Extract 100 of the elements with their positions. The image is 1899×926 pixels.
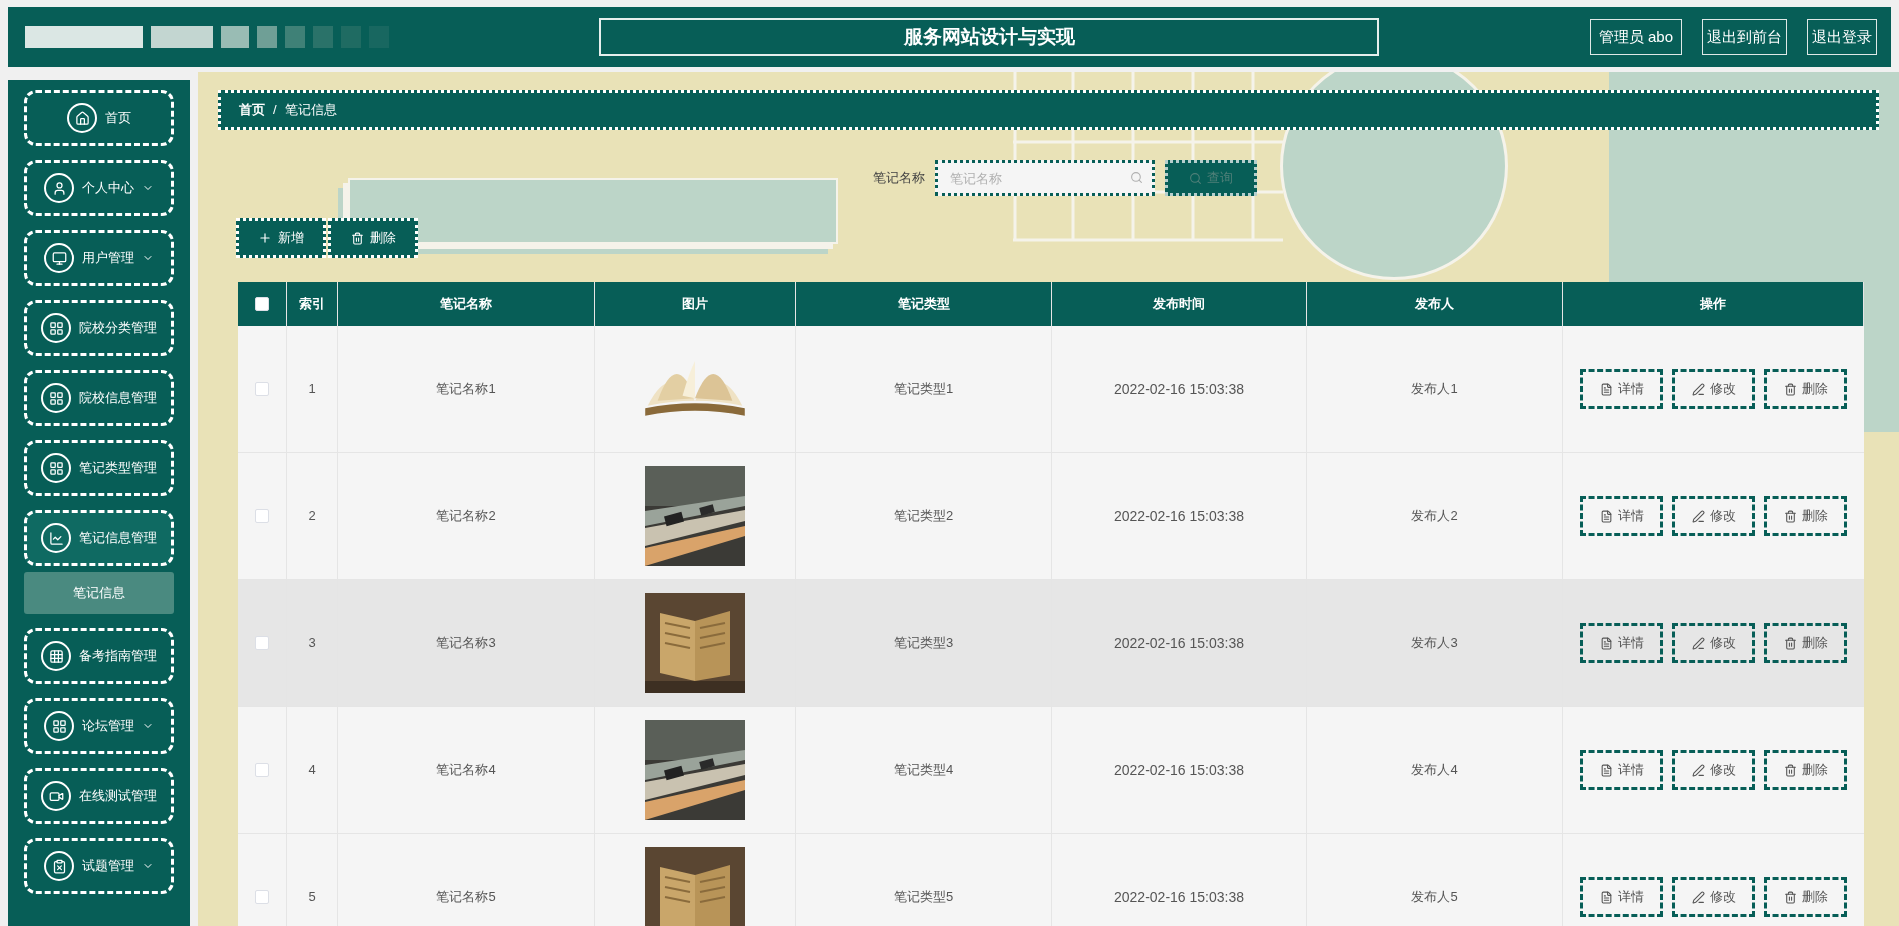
sidebar-item[interactable]: 论坛管理 <box>24 698 174 754</box>
chart-icon <box>48 530 64 546</box>
delete-button[interactable]: 删除 <box>1764 369 1847 409</box>
trash-icon <box>350 231 364 245</box>
sidebar-item[interactable]: 试题管理 <box>24 838 174 894</box>
table-row[interactable]: 1 笔记名称1 笔记类型1 2022-02-16 15:03:38 发布人1 详情 修改 删除 <box>238 326 1864 453</box>
document-icon <box>1599 890 1613 904</box>
delete-button[interactable]: 删除 <box>1764 623 1847 663</box>
sidebar-item[interactable]: 笔记类型管理 <box>24 440 174 496</box>
table-cell-text: 发布人4 <box>1411 761 1458 780</box>
checkbox[interactable] <box>255 509 269 523</box>
trash-icon <box>1783 763 1797 777</box>
table-cell-text: 笔记类型5 <box>893 888 954 907</box>
logo-block <box>257 26 277 48</box>
document-icon <box>1599 509 1613 523</box>
user-icon <box>51 180 67 196</box>
table-cell-text: 发布人3 <box>1411 634 1458 653</box>
pencil-icon <box>1691 509 1705 523</box>
pencil-icon <box>1691 763 1705 777</box>
table-row[interactable]: 3 笔记名称3 笔记类型3 2022-02-16 15:03:38 发布人3 详情 修改 删除 <box>238 580 1864 707</box>
clipboard-icon <box>51 858 67 874</box>
table-row[interactable]: 4 笔记名称4 笔记类型4 2022-02-16 15:03:38 发布人4 详情 修改 删除 <box>238 707 1864 834</box>
logo-block <box>285 26 305 48</box>
user-label: 管理员 abo <box>1589 18 1682 56</box>
checkbox[interactable] <box>255 382 269 396</box>
table-cell-text: 2022-02-16 15:03:38 <box>1114 379 1244 399</box>
checkbox[interactable] <box>255 890 269 904</box>
sidebar-subitem[interactable]: 笔记信息 <box>24 572 174 614</box>
pencil-icon <box>1691 382 1705 396</box>
trash-icon <box>1783 382 1797 396</box>
edit-button[interactable]: 修改 <box>1672 369 1755 409</box>
search-icon <box>1130 171 1143 184</box>
delete-button[interactable]: 删除 <box>1764 877 1847 917</box>
delete-button[interactable]: 删除 <box>328 218 418 258</box>
grid-icon <box>48 390 64 406</box>
sidebar-item[interactable]: 院校分类管理 <box>24 300 174 356</box>
detail-button[interactable]: 详情 <box>1580 877 1663 917</box>
checkbox[interactable] <box>255 297 269 311</box>
table-cell-text: 发布人1 <box>1411 380 1458 399</box>
table-cell-text: 2 <box>308 507 316 526</box>
logout-link[interactable]: 退出登录 <box>1807 18 1877 56</box>
logout-link[interactable]: 退出到前台 <box>1702 18 1787 56</box>
checkbox[interactable] <box>255 763 269 777</box>
trash-icon <box>1783 890 1797 904</box>
trash-icon <box>1783 636 1797 650</box>
table-cell-text: 3 <box>308 634 316 653</box>
table-cell-text: 2022-02-16 15:03:38 <box>1114 633 1244 653</box>
logo-block <box>341 26 361 48</box>
table-cell-text: 笔记类型2 <box>893 507 954 526</box>
table-cell-text: 笔记类型4 <box>893 761 954 780</box>
document-icon <box>1599 763 1613 777</box>
checkbox[interactable] <box>255 636 269 650</box>
grid-icon <box>48 460 64 476</box>
breadcrumb-link[interactable]: 首页 <box>239 100 265 120</box>
table-cell-text: 1 <box>308 380 316 399</box>
sidebar-item[interactable]: 院校信息管理 <box>24 370 174 426</box>
detail-button[interactable]: 详情 <box>1580 750 1663 790</box>
detail-button[interactable]: 详情 <box>1580 496 1663 536</box>
table-cell-text: 5 <box>308 888 316 907</box>
sidebar-item[interactable]: 用户管理 <box>24 230 174 286</box>
sidebar-item[interactable]: 笔记信息管理 <box>24 510 174 566</box>
table-cell-text: 笔记名称2 <box>436 507 496 526</box>
pencil-icon <box>1691 890 1705 904</box>
edit-button[interactable]: 修改 <box>1672 496 1755 536</box>
logo-block <box>313 26 333 48</box>
table-cell-text: 笔记名称3 <box>436 634 496 653</box>
logo-block <box>221 26 249 48</box>
add-button[interactable]: 新增 <box>236 218 326 258</box>
table-cell-text: 4 <box>308 761 316 780</box>
monitor-icon <box>51 250 67 266</box>
detail-button[interactable]: 详情 <box>1580 369 1663 409</box>
sidebar-item[interactable]: 在线测试管理 <box>24 768 174 824</box>
table-cell-text: 笔记名称1 <box>436 380 496 399</box>
search-icon <box>1189 171 1202 185</box>
search-label: 笔记名称 <box>873 169 925 188</box>
window-title: 服务网站设计与实现 <box>903 24 1075 49</box>
delete-button[interactable]: 删除 <box>1764 496 1847 536</box>
grid-icon <box>51 718 67 734</box>
edit-button[interactable]: 修改 <box>1672 877 1755 917</box>
table-cell-text: 发布人5 <box>1411 888 1458 907</box>
sidebar-item[interactable]: 个人中心 <box>24 160 174 216</box>
sidebar-item[interactable]: 首页 <box>24 90 174 146</box>
breadcrumb-link[interactable]: 笔记信息 <box>284 100 337 120</box>
document-icon <box>1599 636 1613 650</box>
delete-button[interactable]: 删除 <box>1764 750 1847 790</box>
edit-button[interactable]: 修改 <box>1672 623 1755 663</box>
table-cell-text: 笔记名称5 <box>436 888 496 907</box>
table-cell-text: 2022-02-16 15:03:38 <box>1114 760 1244 780</box>
search-field[interactable]: 笔记名称 <box>935 160 1155 196</box>
detail-button[interactable]: 详情 <box>1580 623 1663 663</box>
sidebar-item[interactable]: 备考指南管理 <box>24 628 174 684</box>
table-cell-text: 2022-02-16 15:03:38 <box>1114 887 1244 907</box>
breadcrumb-separator: / <box>273 101 277 120</box>
table-row[interactable]: 2 笔记名称2 笔记类型2 2022-02-16 15:03:38 发布人2 详情 修改 删除 <box>238 453 1864 580</box>
plus-icon <box>258 231 272 245</box>
table-cell-text: 发布人2 <box>1411 507 1458 526</box>
edit-button[interactable]: 修改 <box>1672 750 1755 790</box>
grid-icon <box>48 648 64 664</box>
table-cell-text: 2022-02-16 15:03:38 <box>1114 506 1244 526</box>
logo-block <box>151 26 213 48</box>
